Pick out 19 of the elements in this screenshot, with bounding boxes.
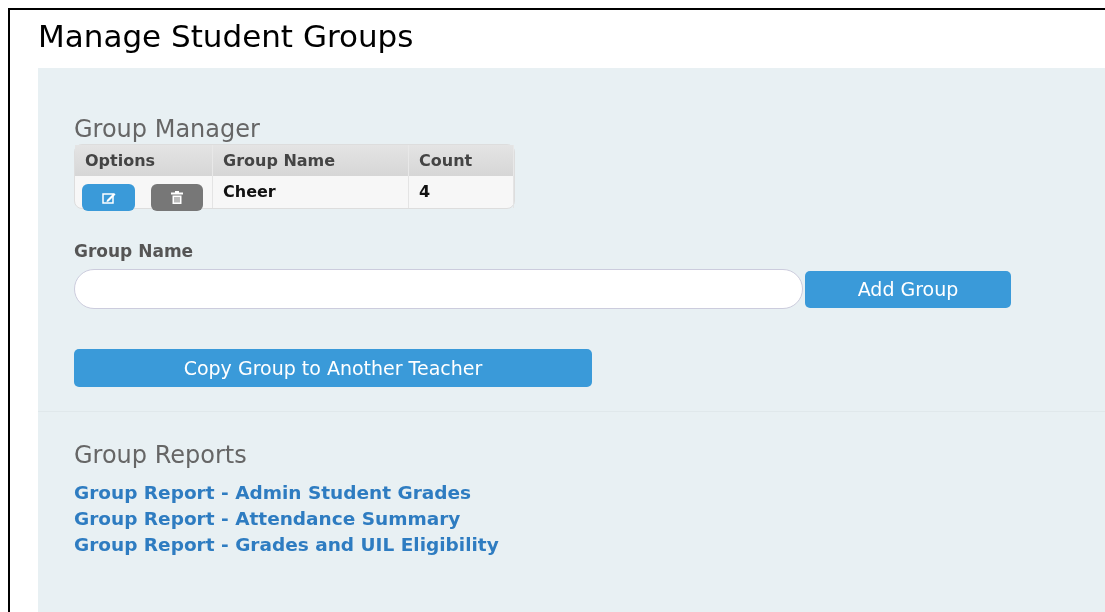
table-cell: Cheer: [213, 176, 409, 208]
edit-icon: [101, 191, 116, 204]
column-header: Group Name: [213, 145, 409, 176]
report-link[interactable]: Group Report - Admin Student Grades: [74, 480, 472, 506]
add-group-button[interactable]: Add Group: [805, 270, 1011, 308]
section-heading: Group Reports: [74, 440, 248, 470]
copy-group-button[interactable]: Copy Group to Another Teacher: [74, 349, 592, 387]
section-heading: Group Manager: [74, 114, 261, 144]
group-name-field[interactable]: [74, 269, 803, 309]
column-header: Count: [409, 145, 514, 176]
edit-button[interactable]: [82, 184, 135, 211]
report-link[interactable]: Group Report - Grades and UIL Eligibility: [74, 532, 499, 558]
delete-button[interactable]: [151, 184, 203, 211]
page-title: Manage Student Groups: [37, 17, 415, 56]
column-header: Options: [75, 145, 213, 176]
report-link[interactable]: Group Report - Attendance Summary: [74, 506, 461, 532]
table-cell: 4: [409, 176, 514, 208]
trash-icon: [171, 191, 183, 204]
field-label: Group Name: [74, 241, 195, 261]
